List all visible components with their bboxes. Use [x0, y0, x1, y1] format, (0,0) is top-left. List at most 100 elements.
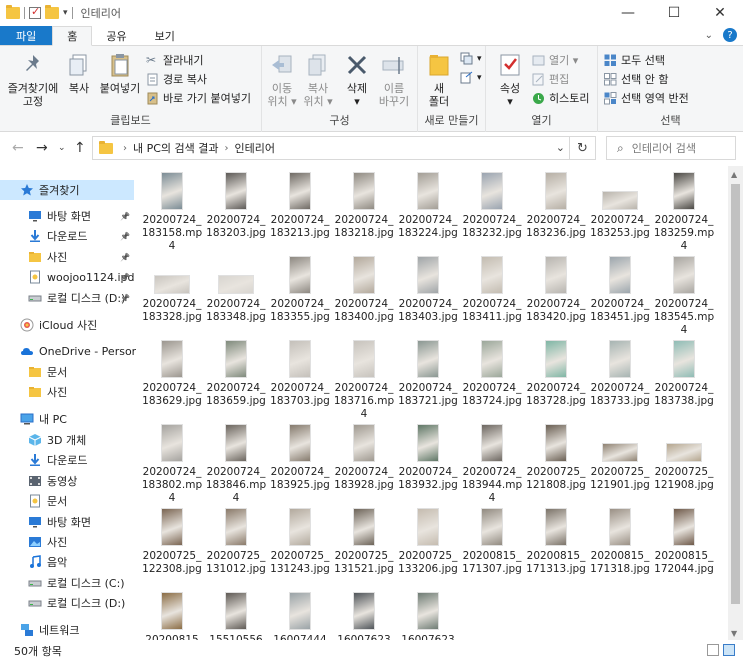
file-item[interactable]: 16007444 [268, 590, 332, 642]
tab-file[interactable]: 파일 [0, 26, 53, 45]
nav-item[interactable]: 사진 [0, 532, 134, 552]
minimize-button[interactable]: — [605, 0, 651, 26]
nav-item[interactable]: woojoo1124.ipd 📌 [0, 267, 134, 287]
file-item[interactable]: 20200724_183158.mp4 [140, 170, 204, 253]
file-item[interactable]: 20200725_121908.jpg [652, 422, 716, 492]
file-item[interactable]: 20200724_183738.jpg [652, 338, 716, 408]
maximize-button[interactable]: ☐ [651, 0, 697, 26]
search-box[interactable]: ⌕ 인테리어 검색 [606, 136, 736, 160]
file-item[interactable]: 20200725_131243.jpg [268, 506, 332, 576]
file-item[interactable]: 20200724_183403.jpg [396, 254, 460, 324]
copy-button[interactable]: 복사 [64, 52, 94, 95]
file-item[interactable]: 20200724_183716.mp4 [332, 338, 396, 421]
tab-share[interactable]: 공유 [92, 26, 140, 45]
file-item[interactable]: 20200815_171318.jpg [588, 506, 652, 576]
delete-button[interactable]: 삭제 ▾ [342, 52, 372, 108]
quick-access-dropdown-icon[interactable]: ▾ [63, 8, 68, 18]
file-item[interactable]: 20200724_183218.jpg [332, 170, 396, 240]
nav-item[interactable]: 로컬 디스크 (D:) 📌 [0, 288, 134, 308]
nav-item[interactable]: OneDrive - Personal [0, 341, 136, 361]
pin-icon[interactable]: 📌 [120, 253, 130, 262]
easy-access-button[interactable]: ▾ [460, 71, 482, 84]
nav-item[interactable]: 동영상 [0, 471, 134, 491]
breadcrumb-current[interactable]: 인테리어 [235, 140, 275, 156]
file-item[interactable]: 20200724_183846.mp4 [204, 422, 268, 505]
scroll-up-icon[interactable]: ▲ [731, 170, 737, 179]
file-item[interactable]: 16007623 [396, 590, 460, 642]
invert-selection-button[interactable]: 선택 영역 반전 [604, 90, 689, 106]
scrollbar-thumb[interactable] [731, 184, 740, 604]
file-item[interactable]: 20200724_183411.jpg [460, 254, 524, 324]
file-item[interactable]: 20200724_183328.jpg [140, 254, 204, 324]
tab-view[interactable]: 보기 [141, 26, 189, 45]
paste-button[interactable]: 붙여넣기 [98, 52, 142, 95]
history-button[interactable]: 히스토리 [532, 90, 589, 106]
new-folder-button[interactable]: 새 폴더 [422, 52, 456, 108]
pin-icon[interactable]: 📌 [120, 294, 130, 303]
select-all-button[interactable]: 모두 선택 [604, 52, 665, 68]
breadcrumb-separator-icon[interactable]: › [225, 143, 229, 154]
cut-button[interactable]: ✂ 잘라내기 [146, 52, 203, 68]
nav-item[interactable]: 사진 [0, 382, 134, 402]
copy-to-button[interactable]: 복사 위치 ▾ [302, 52, 334, 108]
edit-button[interactable]: 편집 [532, 71, 569, 87]
file-item[interactable]: 20200724_183925.jpg [268, 422, 332, 492]
file-item[interactable]: 20200724_183420.jpg [524, 254, 588, 324]
breadcrumb-search-results[interactable]: 내 PC의 검색 결과 [133, 140, 219, 156]
pin-icon[interactable]: 📌 [120, 273, 130, 282]
file-item[interactable]: 20200724_183400.jpg [332, 254, 396, 324]
rename-button[interactable]: 이름 바꾸기 [376, 52, 412, 108]
file-item[interactable]: 20200724_183213.jpg [268, 170, 332, 240]
recent-locations-icon[interactable]: ⌄ [58, 143, 66, 153]
file-item[interactable]: 20200725_131521.jpg [332, 506, 396, 576]
file-item[interactable]: 20200815_172044.jpg [652, 506, 716, 576]
select-none-button[interactable]: 선택 안 함 [604, 71, 668, 87]
file-item[interactable]: 20200725_121901.jpg [588, 422, 652, 492]
open-button[interactable]: 열기 ▾ [532, 52, 578, 68]
nav-item[interactable]: 로컬 디스크 (D:) [0, 593, 134, 613]
breadcrumb-separator-icon[interactable]: › [123, 143, 127, 154]
expand-ribbon-icon[interactable]: ⌄ [705, 30, 713, 41]
file-item[interactable]: 20200724_183703.jpg [268, 338, 332, 408]
pin-to-quick-access-button[interactable]: 즐겨찾기에 고정 [6, 52, 60, 108]
file-item[interactable]: 20200724_183348.jpg [204, 254, 268, 324]
nav-item[interactable]: 문서 [0, 491, 134, 511]
file-item[interactable]: 20200724_183629.jpg [140, 338, 204, 408]
help-icon[interactable]: ? [723, 28, 737, 42]
file-item[interactable]: 20200724_183224.jpg [396, 170, 460, 240]
file-item[interactable]: 20200815_171313.jpg [524, 506, 588, 576]
file-item[interactable]: 20200724_183355.jpg [268, 254, 332, 324]
file-item[interactable]: 20200724_183721.jpg [396, 338, 460, 408]
file-item[interactable]: 20200724_183659.jpg [204, 338, 268, 408]
file-item[interactable]: 20200725_121808.jpg [524, 422, 588, 492]
file-item[interactable]: 20200724_183928.jpg [332, 422, 396, 492]
file-item[interactable]: 20200724_183728.jpg [524, 338, 588, 408]
pin-icon[interactable]: 📌 [120, 212, 130, 221]
file-item[interactable]: 20200815_171307.jpg [460, 506, 524, 576]
file-item[interactable]: 20200724_183932.jpg [396, 422, 460, 492]
nav-item[interactable]: 바탕 화면 📌 [0, 206, 134, 226]
file-item[interactable]: 20200725_122308.jpg [140, 506, 204, 576]
details-view-icon[interactable] [707, 644, 719, 656]
nav-item[interactable]: 다운로드 [0, 450, 134, 470]
file-item[interactable]: 20200724_183253.jpg [588, 170, 652, 240]
nav-item[interactable]: 바탕 화면 [0, 512, 134, 532]
address-bar[interactable]: › 내 PC의 검색 결과 › 인테리어 ⌄ ↻ [92, 136, 596, 160]
large-icons-view-icon[interactable] [723, 644, 735, 656]
vertical-scrollbar[interactable]: ▲ ▼ [728, 166, 743, 642]
forward-arrow-icon[interactable]: → [36, 140, 48, 156]
nav-item[interactable]: 3D 개체 [0, 430, 134, 450]
properties-icon[interactable] [29, 5, 41, 19]
nav-item[interactable]: 네트워크 [0, 620, 134, 640]
file-item[interactable]: 20200724_183724.jpg [460, 338, 524, 408]
file-item[interactable]: 20200815 [140, 590, 204, 642]
nav-item[interactable]: 문서 [0, 362, 134, 382]
close-button[interactable]: ✕ [697, 0, 743, 26]
nav-item[interactable]: 음악 [0, 552, 134, 572]
new-folder-icon[interactable] [45, 5, 59, 19]
pin-icon[interactable]: 📌 [120, 232, 130, 241]
file-item[interactable]: 20200725_133206.jpg [396, 506, 460, 576]
file-item[interactable]: 20200724_183203.jpg [204, 170, 268, 240]
nav-item[interactable]: 로컬 디스크 (C:) [0, 573, 134, 593]
file-item[interactable]: 16007623 [332, 590, 396, 642]
